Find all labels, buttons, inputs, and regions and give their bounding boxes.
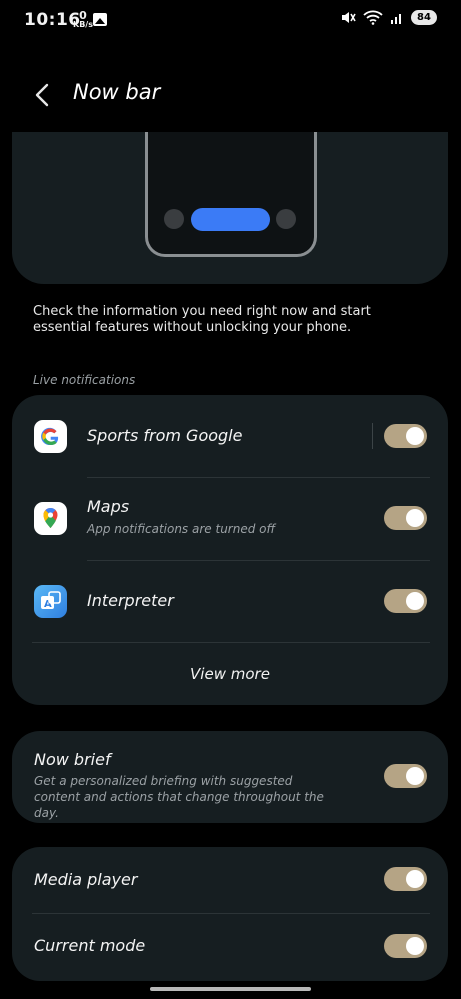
mute-icon	[342, 12, 356, 23]
home-indicator[interactable]	[150, 987, 311, 991]
maps-icon	[34, 502, 67, 535]
list-item-interpreter[interactable]: A Interpreter	[12, 561, 448, 643]
back-arrow-icon[interactable]	[30, 80, 56, 110]
media-mode-card: Media player Current mode	[12, 847, 448, 981]
toggle-knob	[406, 427, 424, 445]
item-subtitle: App notifications are turned off	[87, 522, 276, 536]
toggle-interpreter[interactable]	[384, 589, 427, 613]
section-label-live-notifications: Live notifications	[33, 373, 136, 387]
toggle-knob	[406, 592, 424, 610]
phone-illustration	[145, 132, 317, 257]
now-bar-preview	[12, 132, 448, 284]
toggle-current-mode[interactable]	[384, 934, 427, 958]
current-mode-title: Current mode	[34, 936, 146, 955]
toggle-now-brief[interactable]	[384, 764, 427, 788]
network-speed-unit: KB/s	[73, 20, 93, 29]
toggle-sports-from-google[interactable]	[384, 424, 427, 448]
now-brief-card[interactable]: Now brief Get a personalized briefing wi…	[12, 731, 448, 823]
list-item-sports-from-google[interactable]: Sports from Google	[12, 395, 448, 477]
now-bar-pill	[191, 208, 270, 231]
svg-text:A: A	[44, 599, 52, 610]
list-item-maps[interactable]: Maps App notifications are turned off	[12, 478, 448, 560]
toggle-knob	[406, 870, 424, 888]
toggle-media-player[interactable]	[384, 867, 427, 891]
network-speed-value: 0	[79, 9, 87, 22]
left-dot	[164, 209, 184, 229]
signal-icon	[391, 13, 401, 24]
toggle-knob	[406, 767, 424, 785]
view-more-button[interactable]: View more	[12, 665, 448, 683]
now-brief-subtitle: Get a personalized briefing with suggest…	[34, 774, 324, 820]
image-notification-icon	[93, 13, 107, 26]
description-text: Check the information you need right now…	[33, 304, 371, 335]
battery-indicator: 84	[411, 10, 437, 25]
toggle-knob	[406, 937, 424, 955]
right-dot	[276, 209, 296, 229]
media-player-title: Media player	[34, 870, 138, 889]
network-speed: 0 KB/s	[73, 9, 93, 29]
interpreter-icon: A	[34, 585, 67, 618]
page-title: Now bar	[73, 80, 161, 104]
list-item-current-mode[interactable]: Current mode	[12, 914, 448, 980]
list-item-media-player[interactable]: Media player	[12, 847, 448, 913]
status-bar: 10:16 0 KB/s 84	[0, 0, 461, 44]
item-name: Interpreter	[87, 591, 174, 610]
item-name: Maps	[87, 497, 130, 516]
google-icon	[34, 420, 67, 453]
toggle-maps[interactable]	[384, 506, 427, 530]
vertical-separator	[372, 423, 373, 449]
toggle-knob	[406, 509, 424, 527]
wifi-icon	[363, 10, 383, 25]
item-name: Sports from Google	[87, 426, 243, 445]
page-header: Now bar	[0, 70, 461, 120]
divider	[32, 642, 430, 643]
live-notifications-card: Sports from Google Maps App notification…	[12, 395, 448, 705]
